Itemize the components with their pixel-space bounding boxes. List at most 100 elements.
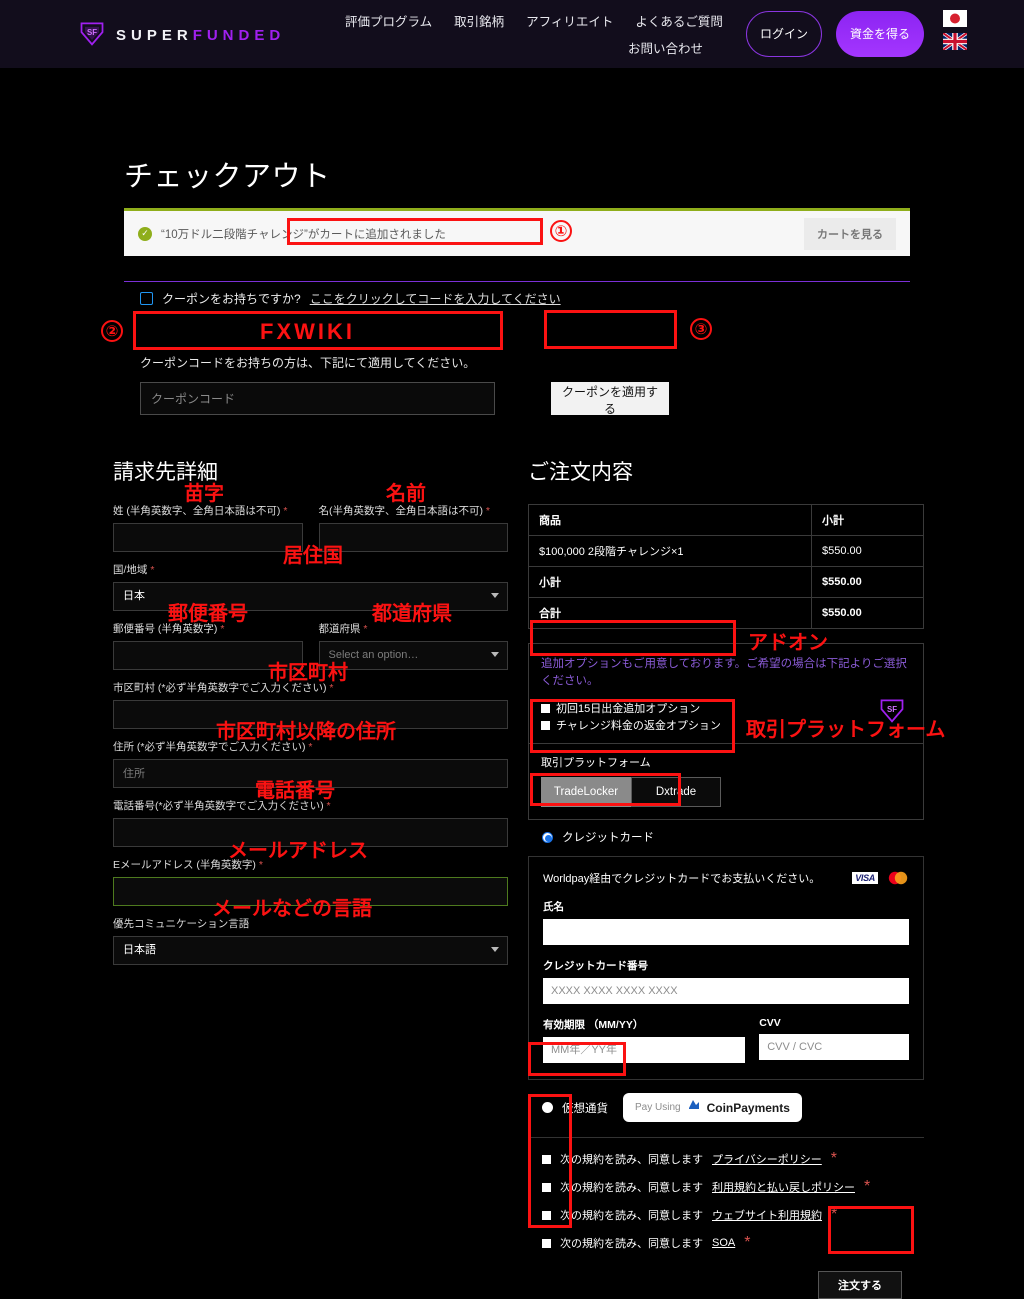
nav-item-affiliate[interactable]: アフィリエイト [526, 10, 613, 34]
required-marker: * [326, 800, 331, 812]
language-select[interactable]: 日本語 [113, 936, 508, 965]
term-checkbox-privacy[interactable]: 次の規約を読み、同意します プライバシーポリシー * [528, 1145, 924, 1173]
checkbox-icon[interactable] [542, 1154, 551, 1164]
cc-name-label: 氏名 [543, 901, 564, 913]
term-prefix: 次の規約を読み、同意します [560, 1210, 703, 1222]
term-checkbox-refund[interactable]: 次の規約を読み、同意します 利用規約と払い戻しポリシー * [528, 1173, 924, 1201]
cart-added-notice: ✓ “10万ドル二段階チャレンジ”がカートに追加されました カートを見る [124, 208, 910, 256]
platform-buttons: TradeLocker Dxtrade [541, 777, 911, 807]
postcode-input[interactable] [113, 641, 303, 670]
table-row: $100,000 2段階チャレンジ×1 $550.00 [528, 535, 924, 567]
apply-coupon-button[interactable]: クーポンを適用する [551, 382, 669, 416]
term-link-soa[interactable]: SOA [712, 1237, 735, 1249]
checkbox-icon[interactable] [542, 1210, 551, 1220]
coupon-toggle-row[interactable]: クーポンをお持ちですか? ここをクリックしてコードを入力してください [140, 290, 561, 307]
table-row: 合計 $550.00 [528, 597, 924, 629]
term-prefix: 次の規約を読み、同意します [560, 1182, 703, 1194]
cc-cvv-group: CVV [759, 1004, 909, 1063]
svg-text:SF: SF [87, 28, 97, 37]
site-logo[interactable]: SF SUPERFUNDED [78, 19, 285, 52]
checkbox-icon[interactable] [542, 1238, 551, 1248]
last-name-input[interactable] [113, 523, 303, 552]
radio-selected-icon[interactable] [542, 831, 553, 843]
platform-label: 取引プラットフォーム [541, 757, 651, 769]
platform-button-tradelocker[interactable]: TradeLocker [541, 777, 631, 807]
checkbox-icon[interactable] [541, 703, 550, 713]
order-table: 商品 小計 $100,000 2段階チャレンジ×1 $550.00 小計 $55… [528, 504, 924, 629]
platform-button-dxtrade[interactable]: Dxtrade [631, 777, 721, 807]
first-name-input[interactable] [318, 523, 508, 552]
checkbox-icon[interactable] [541, 720, 550, 730]
city-label: 市区町村 (*必ず半角英数字でご入力ください) * [113, 682, 334, 694]
payment-option-crypto[interactable]: 仮想通貨 Pay Using CoinPayments [528, 1080, 924, 1131]
country-label: 国/地域 * [113, 564, 155, 576]
platform-panel: 取引プラットフォーム TradeLocker Dxtrade [528, 744, 924, 820]
term-link-refund[interactable]: 利用規約と払い戻しポリシー [712, 1179, 855, 1195]
annotation-number-3: ③ [690, 318, 712, 340]
view-cart-button[interactable]: カートを見る [804, 217, 896, 250]
language-switcher [943, 10, 967, 50]
nav-item-contact[interactable]: お問い合わせ [628, 37, 703, 61]
required-marker: * [830, 1150, 838, 1167]
phone-label: 電話番号(*必ず半角英数字でご入力ください) * [113, 800, 331, 812]
language-label: 優先コミュニケーション言語 [113, 918, 250, 930]
term-checkbox-website[interactable]: 次の規約を読み、同意します ウェブサイト利用規約 * [528, 1201, 924, 1229]
addon-note-text: 追加オプションもご用意しております。ご希望の場合は下記よりご選択ください。 [541, 658, 907, 687]
shield-sf-logo-icon: SF [877, 696, 907, 729]
term-prefix: 次の規約を読み、同意します [560, 1154, 703, 1166]
mastercard-icon [887, 871, 909, 885]
total-label: 合計 [528, 597, 812, 629]
term-checkbox-soa[interactable]: 次の規約を読み、同意します SOA * [528, 1229, 924, 1257]
term-link-privacy[interactable]: プライバシーポリシー [712, 1151, 822, 1167]
coinpayments-badge: Pay Using CoinPayments [623, 1093, 802, 1122]
coupon-question-text: クーポンをお持ちですか? [162, 292, 301, 306]
logo-word-super: SUPER [116, 27, 193, 44]
table-header-row: 商品 小計 [528, 504, 924, 536]
nav-item-faq[interactable]: よくあるご質問 [635, 10, 723, 34]
uk-flag-icon[interactable] [943, 33, 967, 50]
city-input[interactable] [113, 700, 508, 729]
place-order-button[interactable]: 注文する [818, 1271, 902, 1299]
cc-name-input[interactable] [543, 919, 909, 945]
country-select[interactable]: 日本 [113, 582, 508, 611]
coupon-enter-code-link[interactable]: ここをクリックしてコードを入力してください [310, 290, 561, 307]
addon-list: 初回15日出金追加オプション チャレンジ料金の返金オプション [541, 700, 911, 733]
table-row: 小計 $550.00 [528, 566, 924, 598]
pay-using-text: Pay Using [635, 1102, 681, 1113]
radio-unselected-icon[interactable] [542, 1102, 553, 1113]
coupon-code-input[interactable] [140, 382, 495, 415]
email-label: Eメールアドレス (半角英数字) * [113, 859, 263, 871]
addon-option-refund[interactable]: チャレンジ料金の返金オプション [541, 717, 911, 733]
required-marker: * [831, 1206, 838, 1223]
nav-item-instruments[interactable]: 取引銘柄 [454, 10, 504, 34]
postcode-state-row: 郵便番号 (半角英数字) * 都道府県 * Select an option… [113, 622, 508, 670]
country-group: 国/地域 * 日本 [113, 563, 508, 611]
cc-cvv-input[interactable] [759, 1034, 909, 1060]
order-summary-section: ご注文内容 商品 小計 $100,000 2段階チャレンジ×1 $550.00 … [528, 456, 924, 1299]
term-link-website[interactable]: ウェブサイト利用規約 [712, 1207, 822, 1223]
city-group: 市区町村 (*必ず半角英数字でご入力ください) * [113, 681, 508, 729]
cc-expiry-group: 有効期限 （MM/YY） [543, 1004, 746, 1063]
coupon-tag-icon [140, 292, 153, 305]
product-price: $550.00 [811, 535, 924, 567]
phone-input[interactable] [113, 818, 508, 847]
terms-list: 次の規約を読み、同意します プライバシーポリシー * 次の規約を読み、同意します… [528, 1138, 924, 1257]
svg-text:SF: SF [887, 705, 897, 714]
cc-expiry-input[interactable] [543, 1037, 746, 1063]
address-label: 住所 (*必ず半角英数字でご入力ください) * [113, 741, 313, 753]
nav-item-programs[interactable]: 評価プログラム [345, 10, 432, 34]
cc-number-input[interactable] [543, 978, 909, 1004]
credit-card-form: Worldpay経由でクレジットカードでお支払いください。 VISA 氏名 クレ… [528, 856, 924, 1080]
login-button[interactable]: ログイン [746, 11, 822, 57]
addon-option-payout[interactable]: 初回15日出金追加オプション [541, 700, 911, 716]
state-select[interactable]: Select an option… [318, 641, 508, 670]
email-input[interactable] [113, 877, 508, 906]
payment-option-credit-card[interactable]: クレジットカード [528, 820, 924, 854]
japan-flag-icon[interactable] [943, 10, 967, 27]
coupon-instruction-text: クーポンコードをお持ちの方は、下記にて適用してください。 [140, 356, 476, 370]
address-input[interactable] [113, 759, 508, 788]
coinpayments-name: CoinPayments [706, 1100, 790, 1115]
get-funded-button[interactable]: 資金を得る [836, 11, 924, 57]
checkbox-icon[interactable] [542, 1182, 551, 1192]
postcode-group: 郵便番号 (半角英数字) * [113, 622, 303, 670]
